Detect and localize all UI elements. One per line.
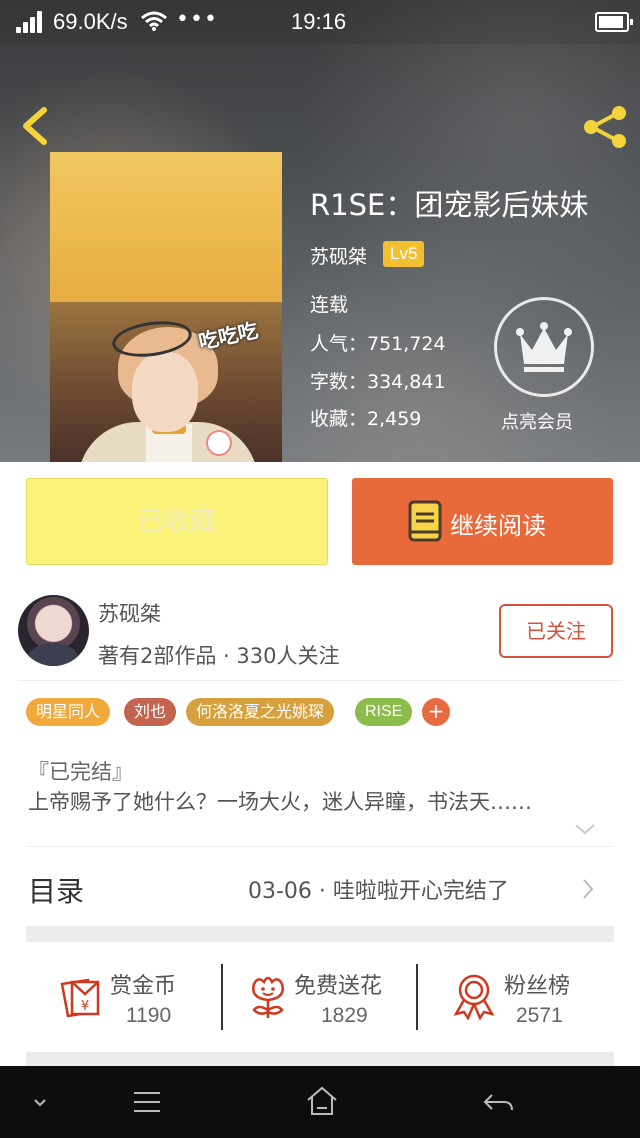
crown-icon bbox=[516, 322, 572, 372]
svg-text:¥: ¥ bbox=[81, 999, 89, 1014]
continue-reading-label: 继续阅读 bbox=[450, 512, 546, 540]
reward-coins-count: 1190 bbox=[126, 1004, 172, 1027]
favorites-stat: 收藏：2,459 bbox=[310, 408, 422, 430]
free-flower-label: 免费送花 bbox=[294, 974, 383, 999]
author-row-meta: 著有2部作品 · 330人关注 bbox=[98, 644, 340, 668]
signal-icon bbox=[16, 11, 46, 33]
book-synopsis[interactable]: 上帝赐予了她什么？一场大火，迷人异瞳，书法天…… bbox=[28, 786, 618, 816]
divider bbox=[18, 680, 622, 681]
network-speed: 69.0K/s bbox=[53, 9, 128, 34]
author-avatar[interactable] bbox=[18, 595, 89, 666]
completion-status: 『已完结』 bbox=[28, 760, 133, 784]
home-icon[interactable] bbox=[305, 1084, 339, 1120]
red-envelope-yen-icon: ¥ bbox=[60, 978, 100, 1018]
flower-icon bbox=[252, 976, 284, 1018]
word-count-stat: 字数：334,841 bbox=[310, 371, 446, 393]
collapse-icon[interactable] bbox=[30, 1084, 50, 1120]
member-label[interactable]: 点亮会员 bbox=[501, 408, 573, 434]
collect-button[interactable]: 已收藏 bbox=[26, 478, 328, 565]
author-row-name[interactable]: 苏砚桀 bbox=[98, 598, 161, 628]
tag-chip[interactable]: RISE bbox=[355, 698, 413, 726]
chevron-down-icon[interactable] bbox=[574, 822, 596, 836]
follow-button[interactable]: 已关注 bbox=[499, 604, 613, 658]
popularity-stat: 人气：751,724 bbox=[310, 333, 446, 355]
cover-paw-badge bbox=[206, 430, 232, 456]
book-header: 69.0K/s ••• 19:16 吃吃吃 R1SE：团宠影后妹妹 苏砚桀 Lv… bbox=[0, 0, 640, 462]
back-icon[interactable] bbox=[482, 1084, 514, 1120]
book-title: R1SE：团宠影后妹妹 bbox=[310, 188, 589, 222]
latest-chapter[interactable]: 03-06 · 哇啦啦开心完结了 bbox=[248, 873, 509, 905]
divider bbox=[26, 846, 614, 847]
free-flower-count: 1829 bbox=[321, 1004, 368, 1027]
book-icon bbox=[408, 500, 442, 542]
share-button[interactable] bbox=[580, 104, 630, 150]
wifi-icon bbox=[141, 11, 167, 31]
free-flower-button[interactable]: 免费送花 1829 bbox=[244, 958, 414, 1034]
fan-ranking-label: 粉丝榜 bbox=[504, 974, 571, 999]
more-tags-button[interactable]: + bbox=[422, 698, 450, 726]
clock: 19:16 bbox=[291, 9, 347, 34]
back-button[interactable] bbox=[14, 102, 58, 150]
member-button[interactable] bbox=[494, 297, 594, 397]
tag-chip[interactable]: 明星同人 bbox=[26, 698, 111, 726]
divider bbox=[221, 964, 223, 1030]
award-ribbon-icon bbox=[453, 974, 495, 1020]
catalog-title[interactable]: 目录 bbox=[28, 870, 84, 910]
continue-reading-button[interactable]: 继续阅读 bbox=[352, 478, 613, 565]
chevron-right-icon[interactable] bbox=[581, 878, 595, 900]
reward-coins-button[interactable]: ¥ 赏金币 1190 bbox=[56, 958, 220, 1034]
system-navigation-bar bbox=[0, 1066, 640, 1138]
reward-coins-label: 赏金币 bbox=[110, 974, 177, 999]
tag-chip[interactable]: 何洛洛夏之光姚琛 bbox=[186, 698, 335, 726]
fan-ranking-button[interactable]: 粉丝榜 2571 bbox=[450, 958, 590, 1034]
divider bbox=[416, 964, 418, 1030]
battery-icon bbox=[595, 12, 633, 32]
level-badge: Lv5 bbox=[383, 241, 425, 267]
serial-status: 连载 bbox=[310, 294, 349, 316]
more-notifications-icon: ••• bbox=[176, 7, 218, 32]
section-separator bbox=[26, 926, 614, 942]
book-author[interactable]: 苏砚桀 bbox=[310, 242, 367, 269]
tag-chip[interactable]: 刘也 bbox=[124, 698, 177, 726]
book-cover[interactable]: 吃吃吃 bbox=[50, 152, 282, 462]
menu-icon[interactable] bbox=[132, 1084, 162, 1120]
fan-ranking-count: 2571 bbox=[516, 1004, 563, 1027]
status-bar: 69.0K/s ••• 19:16 bbox=[0, 0, 640, 44]
